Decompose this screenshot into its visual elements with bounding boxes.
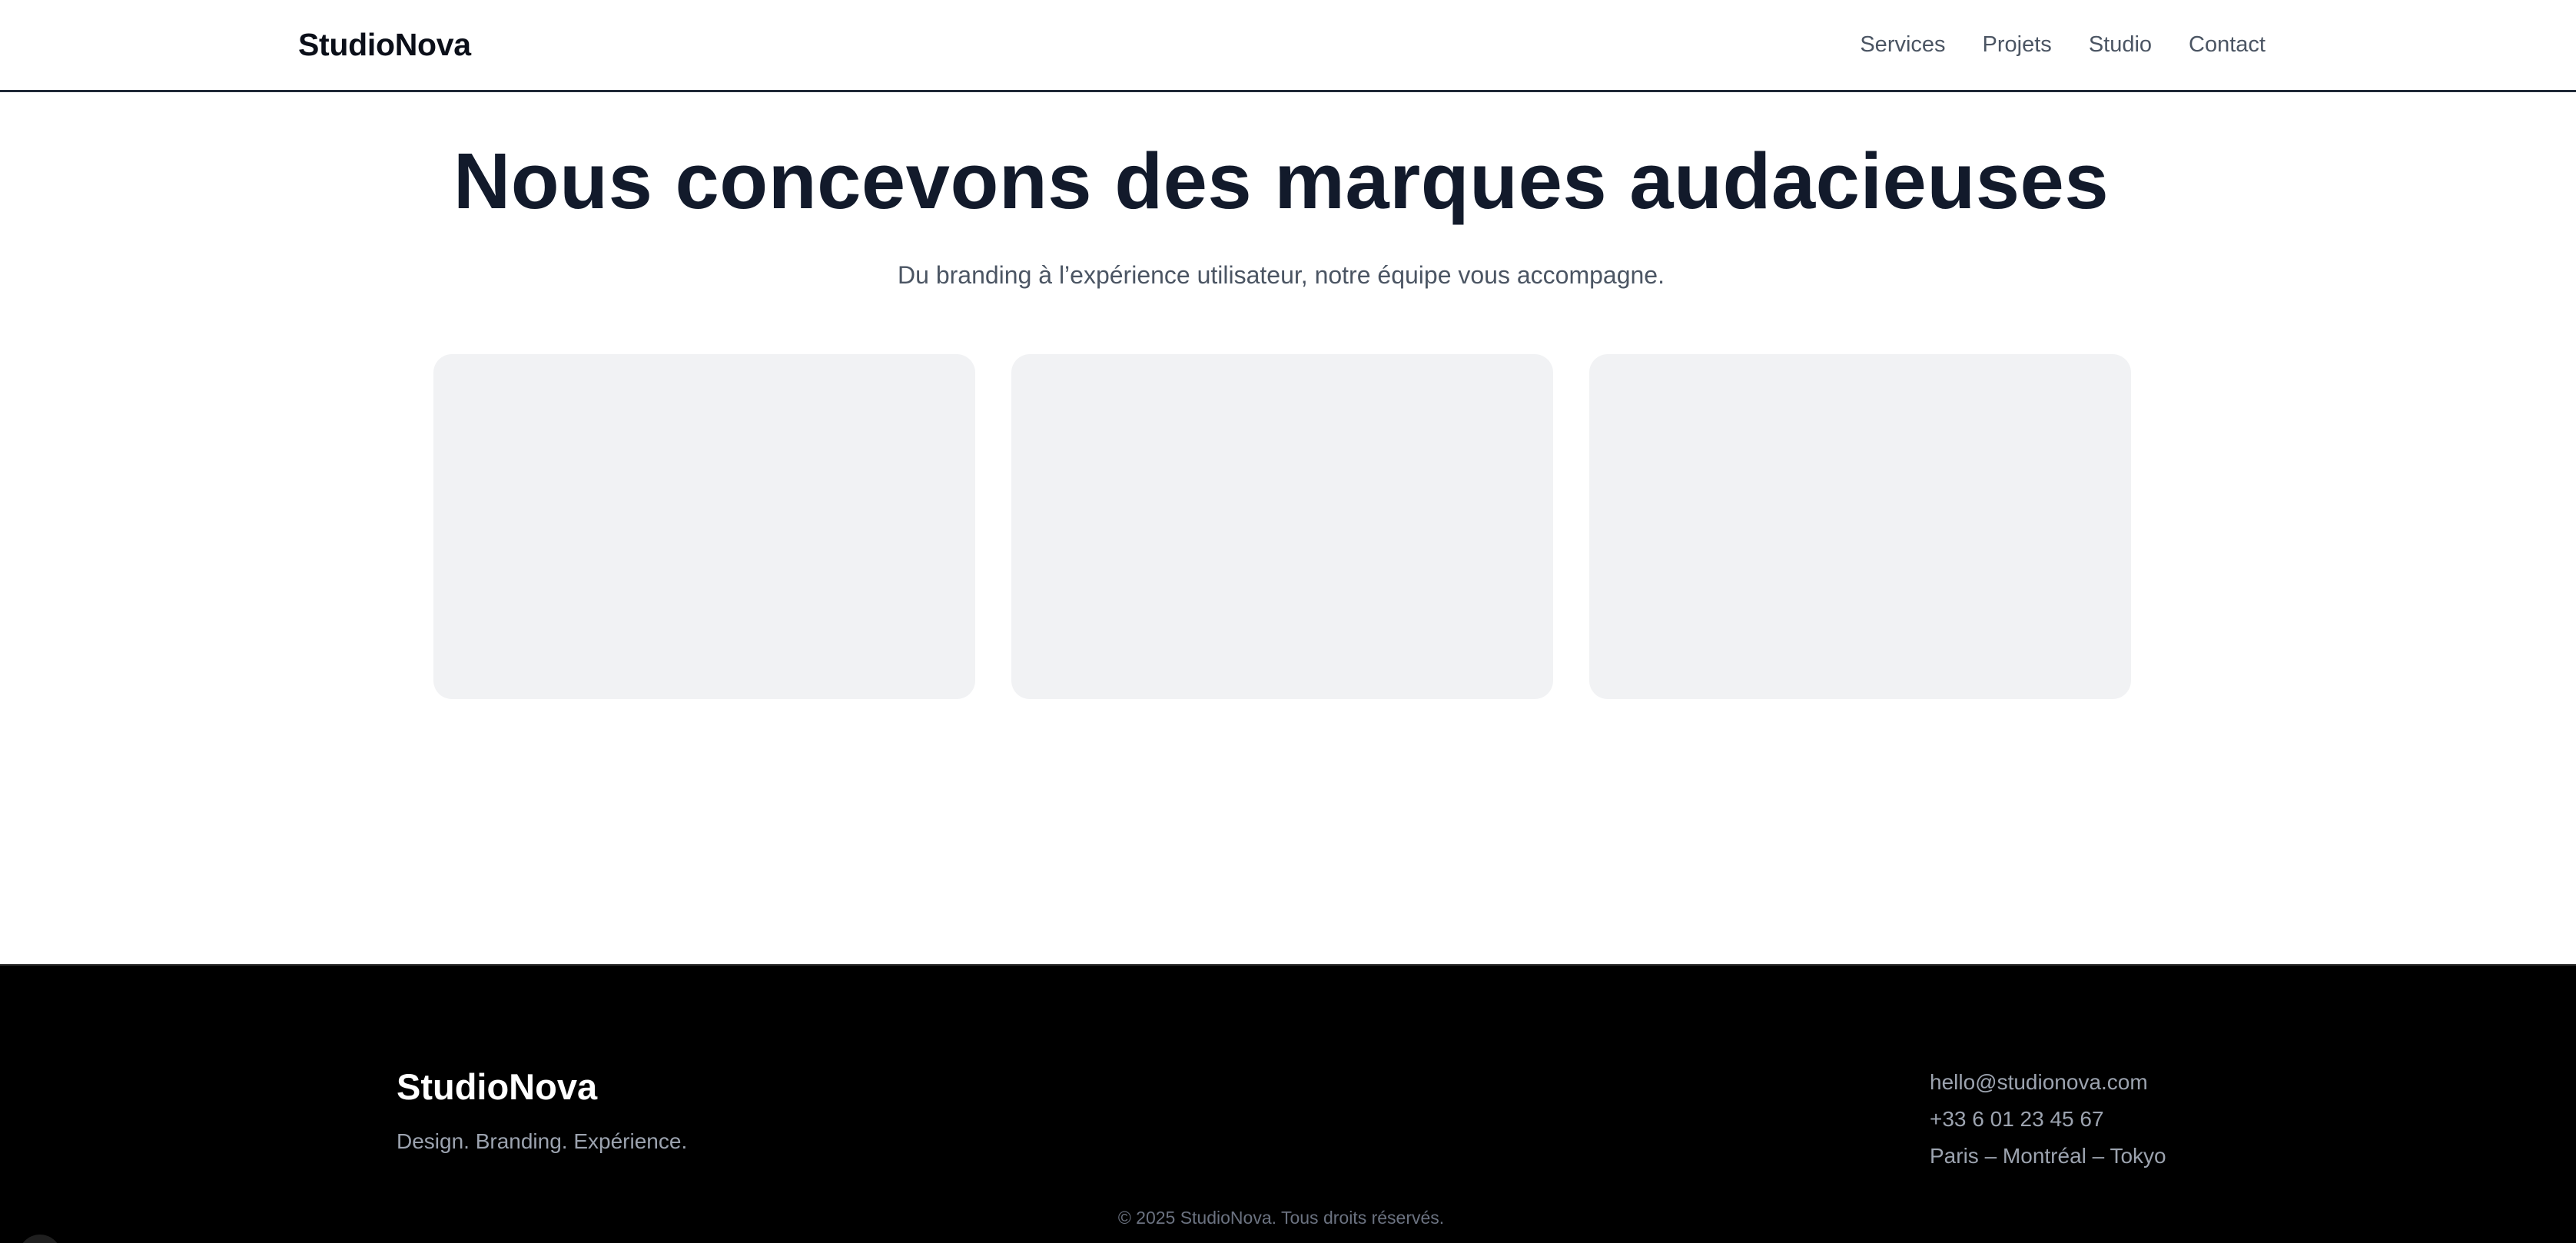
footer-email-link[interactable]: hello@studionova.com bbox=[1930, 1064, 2166, 1101]
footer-brand: StudioNova bbox=[397, 1066, 598, 1107]
chat-widget-button[interactable] bbox=[18, 1235, 61, 1243]
nav-link-studio[interactable]: Studio bbox=[2089, 29, 2152, 60]
service-card[interactable] bbox=[433, 354, 975, 699]
footer-phone: +33 6 01 23 45 67 bbox=[1930, 1107, 2104, 1131]
site-logo[interactable]: StudioNova bbox=[298, 26, 471, 63]
nav-link-projets[interactable]: Projets bbox=[1983, 29, 2052, 60]
main-nav: Services Projets Studio Contact bbox=[1860, 29, 2266, 60]
service-card[interactable] bbox=[1011, 354, 1553, 699]
hero-title: Nous concevons des marques audacieuses bbox=[453, 137, 2110, 225]
footer-locations: Paris – Montréal – Tokyo bbox=[1930, 1144, 2166, 1168]
hero-subtitle: Du branding à l’expérience utilisateur, … bbox=[898, 261, 1665, 289]
footer-copyright: © 2025 StudioNova. Tous droits réservés. bbox=[1117, 1208, 1445, 1228]
nav-link-services[interactable]: Services bbox=[1860, 29, 1945, 60]
service-card[interactable] bbox=[1589, 354, 2131, 699]
site-header: StudioNova Services Projets Studio Conta… bbox=[0, 0, 2576, 92]
page: StudioNova Services Projets Studio Conta… bbox=[0, 0, 2576, 1243]
footer-contact: hello@studionova.com +33 6 01 23 45 67 P… bbox=[1930, 1064, 2166, 1175]
footer-tagline: Design. Branding. Expérience. bbox=[397, 1129, 688, 1153]
nav-link-contact[interactable]: Contact bbox=[2189, 29, 2266, 60]
site-footer: StudioNova Design. Branding. Expérience.… bbox=[0, 964, 2576, 1243]
